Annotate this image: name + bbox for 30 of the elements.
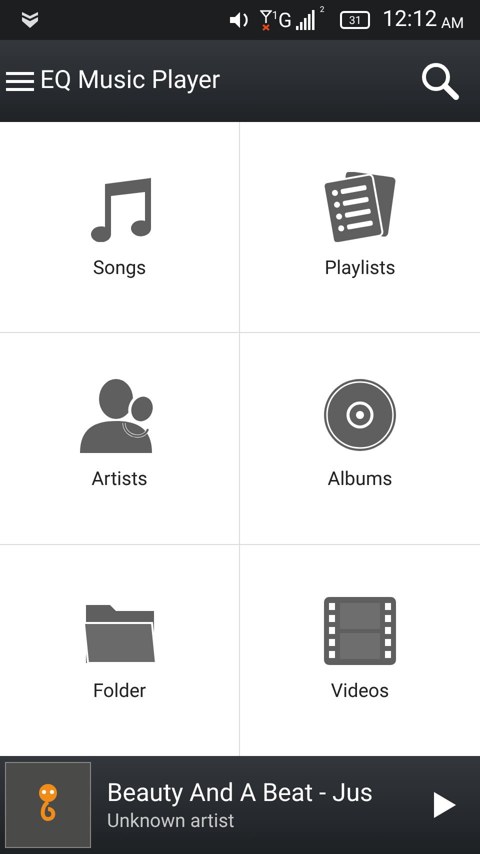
track-artist: Unknown artist [107,808,236,832]
sim-number: 2 [320,4,324,16]
film-strip-icon [324,597,396,666]
search-icon[interactable] [420,61,460,101]
category-tile[interactable]: Albums [240,333,480,545]
shield-icon [20,12,40,28]
track-title: Beauty And A Beat - Jus [107,778,374,809]
clock-time: 12:12 [382,9,438,31]
category-label: Playlists [324,254,396,281]
antenna-icon [260,9,272,31]
sim-number: 1 [272,8,278,24]
category-label: Folder [93,678,146,704]
disc-icon [322,377,398,454]
category-label: Songs [92,254,146,281]
category-label: Videos [330,678,390,704]
category-tile[interactable]: Artists [0,333,240,545]
document-list-icon [324,172,396,242]
battery-indicator: 31 [340,11,370,29]
category-label: Artists [92,466,148,492]
category-label: Albums [328,466,392,492]
category-tile[interactable]: Folder [0,544,240,756]
app-title: EQ Music Player [40,65,222,98]
category-tile[interactable]: Playlists [240,122,480,334]
signal-icon [296,10,316,30]
play-icon[interactable] [434,792,456,818]
category-tile[interactable]: Videos [240,544,480,756]
network-type: G [278,10,292,30]
category-tile[interactable]: Songs [0,122,240,334]
menu-icon[interactable] [6,71,34,91]
clock-period: AM [441,16,464,31]
